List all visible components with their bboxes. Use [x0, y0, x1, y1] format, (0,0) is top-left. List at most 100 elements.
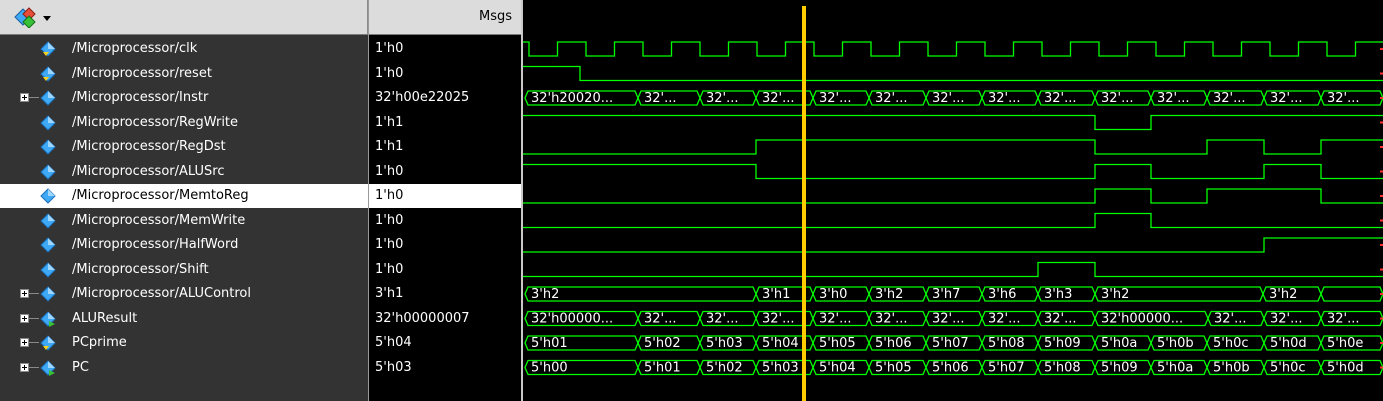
bus-segment-label: 5'h01: [644, 361, 681, 376]
signal-value: 1'h0: [375, 237, 404, 252]
signal-row[interactable]: /Microprocessor/RegWrite: [0, 111, 368, 135]
signal-row[interactable]: /Microprocessor/Instr: [0, 86, 368, 110]
signal-name: /Microprocessor/Shift: [72, 261, 209, 277]
signal-in-icon: [40, 41, 56, 57]
signal-out-icon: [40, 359, 56, 376]
waveform--microprocessor-memtoreg: [523, 188, 1383, 204]
expand-toggle-icon[interactable]: [20, 313, 29, 323]
expand-toggle-icon[interactable]: [20, 338, 29, 347]
expand-toggle-icon[interactable]: [20, 289, 29, 298]
bus-segment-label: 5'h0a: [1157, 361, 1193, 376]
signal-row[interactable]: /Microprocessor/reset: [0, 62, 368, 86]
signal-name: /Microprocessor/Instr: [72, 90, 209, 105]
signal-icon: [40, 163, 56, 180]
signal-icon: [40, 261, 56, 278]
signal-name: /Microprocessor/clk: [72, 41, 198, 56]
bus-segment-label: 5'h06: [875, 336, 912, 351]
bus-segment-label: 5'h0b: [1213, 361, 1250, 376]
signal-value-row[interactable]: 1'h0: [369, 209, 521, 233]
waveform-area[interactable]: 32'h20020... 32'... 32'... 32'... 32'... 32'.…: [523, 35, 1383, 401]
signal-row[interactable]: /Microprocessor/HalfWord: [0, 233, 368, 257]
bus-segment-label: 32'...: [988, 312, 1021, 327]
signal-value-row[interactable]: 1'h0: [369, 160, 521, 184]
signal-row[interactable]: /Microprocessor/clk: [0, 37, 368, 61]
bus-segment-label: 32'...: [988, 91, 1021, 106]
signal-row[interactable]: /Microprocessor/ALUSrc: [0, 160, 368, 184]
signal-name: PCprime: [72, 335, 127, 350]
bus-segment-label: 3'h7: [932, 287, 960, 302]
waveform-window: Msgs /Microprocessor/clk/Microprocessor/…: [0, 0, 1383, 401]
bus-segment-label: 5'h01: [531, 336, 568, 351]
signal-out-icon: [40, 310, 56, 327]
signal-value-row[interactable]: 3'h1: [369, 282, 521, 306]
signal-value-row[interactable]: 32'h00e22025: [369, 86, 521, 110]
signal-name: /Microprocessor/reset: [72, 65, 212, 81]
signal-names-pane: /Microprocessor/clk/Microprocessor/reset…: [0, 35, 368, 401]
signal-value: 32'h00e22025: [375, 90, 470, 105]
bus-segment-label: 5'h08: [1044, 361, 1081, 376]
bit-wave: [523, 139, 1383, 155]
signal-name: /Microprocessor/MemWrite: [72, 212, 246, 228]
bus-segment-label: 32'...: [1270, 91, 1303, 106]
signal-value-row[interactable]: 5'h03: [369, 356, 521, 380]
signal-values-pane: 1'h0 1'h0 32'h00e22025 1'h1 1'h1 1'h0 1'h0 1'h0…: [369, 35, 521, 401]
bit-wave: [523, 212, 1383, 229]
bit-wave: [523, 261, 1383, 278]
signal-row[interactable]: /Microprocessor/MemWrite: [0, 209, 368, 233]
signal-value: 3'h1: [375, 286, 404, 301]
tree-line: [29, 317, 39, 319]
waveform--microprocessor-instr: 32'h20020... 32'... 32'... 32'... 32'... 32'.…: [524, 90, 1383, 106]
wave-tool-icon[interactable]: [11, 6, 56, 28]
tree-line: [29, 366, 39, 368]
signal-name: /Microprocessor/RegDst: [72, 139, 226, 154]
signal-in-icon: [40, 335, 56, 351]
pane-divider[interactable]: [368, 0, 369, 401]
signal-row[interactable]: PC: [0, 356, 368, 380]
expand-toggle-icon[interactable]: [20, 93, 29, 102]
signal-row[interactable]: /Microprocessor/RegDst: [0, 135, 368, 159]
signal-row[interactable]: ALUResult: [0, 307, 368, 331]
waveform-pcprime: 5'h01 5'h02 5'h03 5'h04 5'h05 5'h06 5'h07 5'h08…: [524, 335, 1383, 351]
signal-name: /Microprocessor/MemtoReg: [72, 188, 249, 203]
bus-segment-label: 3'h3: [1044, 287, 1072, 302]
msgs-header: Msgs: [369, 0, 521, 35]
bus-segment-label: 32'...: [1044, 312, 1077, 327]
bus-segment-label: 32'...: [932, 312, 965, 327]
expand-toggle-icon[interactable]: [20, 362, 29, 372]
bus-segment-label: 32'...: [1044, 91, 1077, 106]
signal-value-row[interactable]: 32'h00000007: [369, 307, 521, 331]
signal-row[interactable]: /Microprocessor/MemtoReg: [0, 184, 368, 208]
bus-segment-label: 32'...: [644, 312, 677, 327]
signal-icon: [40, 114, 56, 131]
signal-row[interactable]: /Microprocessor/ALUControl: [0, 282, 368, 306]
signal-value: 1'h0: [375, 65, 404, 81]
bus-segment-label: 32'...: [706, 91, 739, 106]
signal-value-row[interactable]: 1'h1: [369, 135, 521, 159]
timeline-header: [523, 0, 1383, 35]
signal-value-row[interactable]: 1'h0: [369, 37, 521, 61]
signal-icon: [40, 188, 56, 204]
signal-value-row[interactable]: 1'h0: [369, 233, 521, 257]
bus-segment-label: 5'h07: [988, 361, 1025, 376]
bus-segment-label: 5'h03: [706, 336, 743, 351]
bus-segment-label: 32'...: [1101, 91, 1134, 106]
time-cursor[interactable]: [802, 6, 806, 401]
signal-value-row[interactable]: 1'h0: [369, 62, 521, 86]
bus-segment-label: 32'...: [644, 91, 677, 106]
signal-value-row[interactable]: 1'h0: [369, 258, 521, 282]
signal-value-row[interactable]: 1'h0: [369, 184, 521, 208]
bus-segment-label: 5'h0a: [1101, 336, 1137, 351]
bus-segment-label: 32'...: [1157, 91, 1190, 106]
bus-segment-label: 5'h02: [644, 336, 681, 351]
bus-segment-label: 32'h20020...: [531, 91, 613, 106]
bus-segment-label: 32'...: [875, 91, 908, 106]
signal-value-row[interactable]: 5'h04: [369, 331, 521, 355]
waveform--microprocessor-shift: [523, 261, 1383, 278]
signal-row[interactable]: PCprime: [0, 331, 368, 355]
waveform--microprocessor-clk: [523, 41, 1383, 57]
signal-value-row[interactable]: 1'h1: [369, 111, 521, 135]
signal-row[interactable]: /Microprocessor/Shift: [0, 258, 368, 282]
waveform--microprocessor-regwrite: [523, 114, 1383, 131]
bus-segment-label: 32'...: [1327, 312, 1360, 327]
bus-segment-label: 32'...: [1213, 91, 1246, 106]
